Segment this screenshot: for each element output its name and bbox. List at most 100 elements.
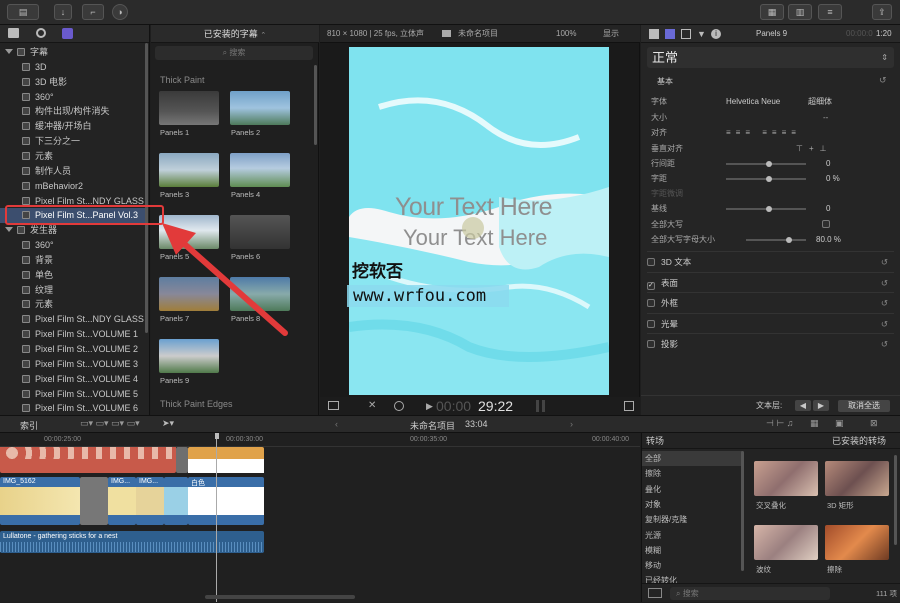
section-checkbox[interactable] bbox=[647, 299, 655, 307]
sidebar-item[interactable]: 下三分之一 bbox=[0, 134, 146, 149]
transition-category[interactable]: 模糊 bbox=[642, 543, 742, 558]
reset-icon[interactable]: ↺ bbox=[881, 273, 888, 293]
installed-transitions-dropdown[interactable]: 已安装的转场 bbox=[832, 433, 886, 449]
baseline-slider[interactable] bbox=[726, 206, 806, 212]
clapper-icon[interactable] bbox=[8, 28, 19, 38]
display-dropdown[interactable]: 显示 bbox=[603, 25, 619, 43]
font-dropdown[interactable]: Helvetica Neue bbox=[726, 94, 780, 109]
line-spacing-value[interactable]: 0 bbox=[826, 156, 830, 171]
clip-appearance-icon[interactable]: ▭▾ ▭▾ ▭▾ ▭▾ bbox=[80, 418, 140, 429]
sidebar-toggle-icon[interactable] bbox=[648, 588, 662, 598]
audio-clip[interactable]: Lullatone - gathering sticks for a nest bbox=[0, 531, 264, 553]
transition-category[interactable]: 光源 bbox=[642, 528, 742, 543]
browser-scrollbar[interactable] bbox=[314, 65, 317, 145]
reset-icon[interactable]: ↺ bbox=[881, 293, 888, 313]
back-icon[interactable]: ‹ bbox=[335, 419, 338, 429]
sidebar-item[interactable]: Pixel Film St...VOLUME 1 bbox=[0, 327, 146, 342]
transitions-browser-icon[interactable]: ⊠ bbox=[870, 418, 878, 429]
inspector-section[interactable]: 外框 ↺ bbox=[647, 292, 894, 312]
inspector-section[interactable]: 3D 文本 ↺ bbox=[647, 251, 894, 271]
playhead[interactable] bbox=[216, 433, 217, 602]
sidebar-item[interactable]: Pixel Film St...VOLUME 2 bbox=[0, 342, 146, 357]
preview-canvas[interactable]: Your Text Here Your Text Here bbox=[349, 47, 609, 395]
next-layer-button[interactable]: ▶ bbox=[813, 400, 829, 411]
browser-title-dropdown[interactable]: 已安装的字幕 bbox=[204, 29, 258, 39]
section-checkbox[interactable] bbox=[647, 340, 655, 348]
gap-clip[interactable] bbox=[176, 447, 188, 473]
allcaps-size-slider[interactable] bbox=[746, 237, 806, 243]
zoom-dropdown[interactable]: 100% bbox=[556, 25, 576, 43]
video-clip[interactable]: IMG_5162 bbox=[0, 477, 80, 525]
transition-clip[interactable] bbox=[80, 477, 108, 525]
audio-icons[interactable]: ⊣ ⊢ ♫ bbox=[766, 418, 793, 429]
browser-search-input[interactable]: ⌕ 搜索 bbox=[155, 46, 313, 60]
sidebar-item[interactable]: Pixel Film St...VOLUME 4 bbox=[0, 372, 146, 387]
music-icon[interactable] bbox=[36, 28, 46, 38]
filter-icon[interactable]: ▼ bbox=[697, 28, 706, 40]
sidebar-item[interactable]: 360° bbox=[0, 90, 146, 105]
import-icon[interactable]: ↓ bbox=[54, 4, 72, 20]
connected-clip[interactable] bbox=[188, 447, 264, 473]
category-scrollbar[interactable] bbox=[741, 451, 744, 571]
filmstrip-icon[interactable]: ▥ bbox=[788, 4, 812, 20]
onscreen-control-handle[interactable] bbox=[462, 217, 484, 239]
transitions-search-input[interactable]: ⌕ 搜索 bbox=[670, 587, 830, 600]
grid-icon[interactable]: ▦ bbox=[760, 4, 784, 20]
align-buttons[interactable]: ≡≡≡ ≡≡≡≡ bbox=[726, 125, 801, 140]
reset-icon[interactable]: ↺ bbox=[879, 75, 887, 86]
section-checkbox[interactable]: ✓ bbox=[647, 281, 655, 290]
tracking-slider[interactable] bbox=[726, 176, 806, 182]
index-button[interactable]: 索引 bbox=[20, 419, 38, 432]
inspector-section[interactable]: 投影 ↺ bbox=[647, 333, 894, 353]
title-text-line2[interactable]: Your Text Here bbox=[403, 225, 583, 251]
transition-thumb[interactable] bbox=[754, 461, 818, 496]
reset-icon[interactable]: ↺ bbox=[881, 314, 888, 334]
sidebar-item[interactable]: 背景 bbox=[0, 253, 146, 268]
sidebar-item[interactable]: mBehavior2 bbox=[0, 179, 146, 194]
sidebar-item[interactable]: 3D bbox=[0, 60, 146, 75]
transition-category[interactable]: 全部 bbox=[642, 451, 742, 466]
transitions-scrollbar[interactable] bbox=[894, 455, 897, 545]
sidebar-scrollbar[interactable] bbox=[145, 43, 148, 333]
sidebar-item[interactable]: Pixel Film St...NDY GLASS bbox=[0, 312, 146, 327]
key-icon[interactable]: ⌐ bbox=[82, 4, 104, 20]
tracking-value[interactable]: 0 % bbox=[826, 171, 840, 186]
snapping-icon[interactable]: ▦ bbox=[810, 418, 819, 429]
transition-category[interactable]: 对象 bbox=[642, 497, 742, 512]
title-icon[interactable] bbox=[62, 28, 73, 39]
video-effects-icon[interactable]: ▣ bbox=[835, 418, 844, 429]
reset-icon[interactable]: ↺ bbox=[881, 334, 888, 354]
settings-sliders-icon[interactable]: ≡ bbox=[818, 4, 842, 20]
video-clip[interactable]: IMG... bbox=[108, 477, 136, 525]
prev-layer-button[interactable]: ◀ bbox=[795, 400, 811, 411]
sidebar-item[interactable]: 制作人员 bbox=[0, 164, 146, 179]
transition-thumb[interactable] bbox=[754, 525, 818, 560]
select-tool-icon[interactable]: ➤▾ bbox=[162, 418, 174, 429]
valign-buttons[interactable]: ⊤+⊥ bbox=[796, 141, 833, 156]
play-button[interactable]: ▶ bbox=[426, 397, 433, 415]
transition-category[interactable]: 叠化 bbox=[642, 482, 742, 497]
sidebar-item[interactable]: Pixel Film St...VOLUME 3 bbox=[0, 357, 146, 372]
transition-category[interactable]: 移动 bbox=[642, 558, 742, 573]
video-clip[interactable] bbox=[164, 477, 188, 525]
line-spacing-slider[interactable] bbox=[726, 161, 806, 167]
video-clip[interactable]: IMG... bbox=[136, 477, 164, 525]
sidebar-item[interactable]: 单色 bbox=[0, 268, 146, 283]
forward-icon[interactable]: › bbox=[570, 419, 573, 429]
sidebar-item[interactable]: 缓冲器/开场白 bbox=[0, 119, 146, 134]
sidebar-category[interactable]: 发生器 bbox=[0, 223, 146, 238]
weight-dropdown[interactable]: 超细体 bbox=[808, 94, 832, 109]
title-inspector-icon[interactable] bbox=[665, 29, 675, 39]
connected-clip[interactable] bbox=[0, 447, 176, 473]
transform-icon[interactable]: ✕ bbox=[368, 397, 376, 415]
preset-dropdown[interactable]: 正常 ⇕ bbox=[647, 47, 894, 68]
sidebar-item[interactable]: 360° bbox=[0, 238, 146, 253]
speed-icon[interactable] bbox=[394, 401, 404, 411]
timeline[interactable]: 00:00:25:00 00:00:30:00 00:00:35:00 00:0… bbox=[0, 433, 640, 602]
sidebar-item[interactable]: 元素 bbox=[0, 149, 146, 164]
transition-category[interactable]: 擦除 bbox=[642, 466, 742, 481]
timeline-ruler[interactable]: 00:00:25:00 00:00:30:00 00:00:35:00 00:0… bbox=[0, 433, 640, 447]
title-thumbnail[interactable] bbox=[159, 153, 219, 187]
inspector-section[interactable]: 光晕 ↺ bbox=[647, 312, 894, 334]
sidebar-category[interactable]: 字幕 bbox=[0, 45, 146, 60]
